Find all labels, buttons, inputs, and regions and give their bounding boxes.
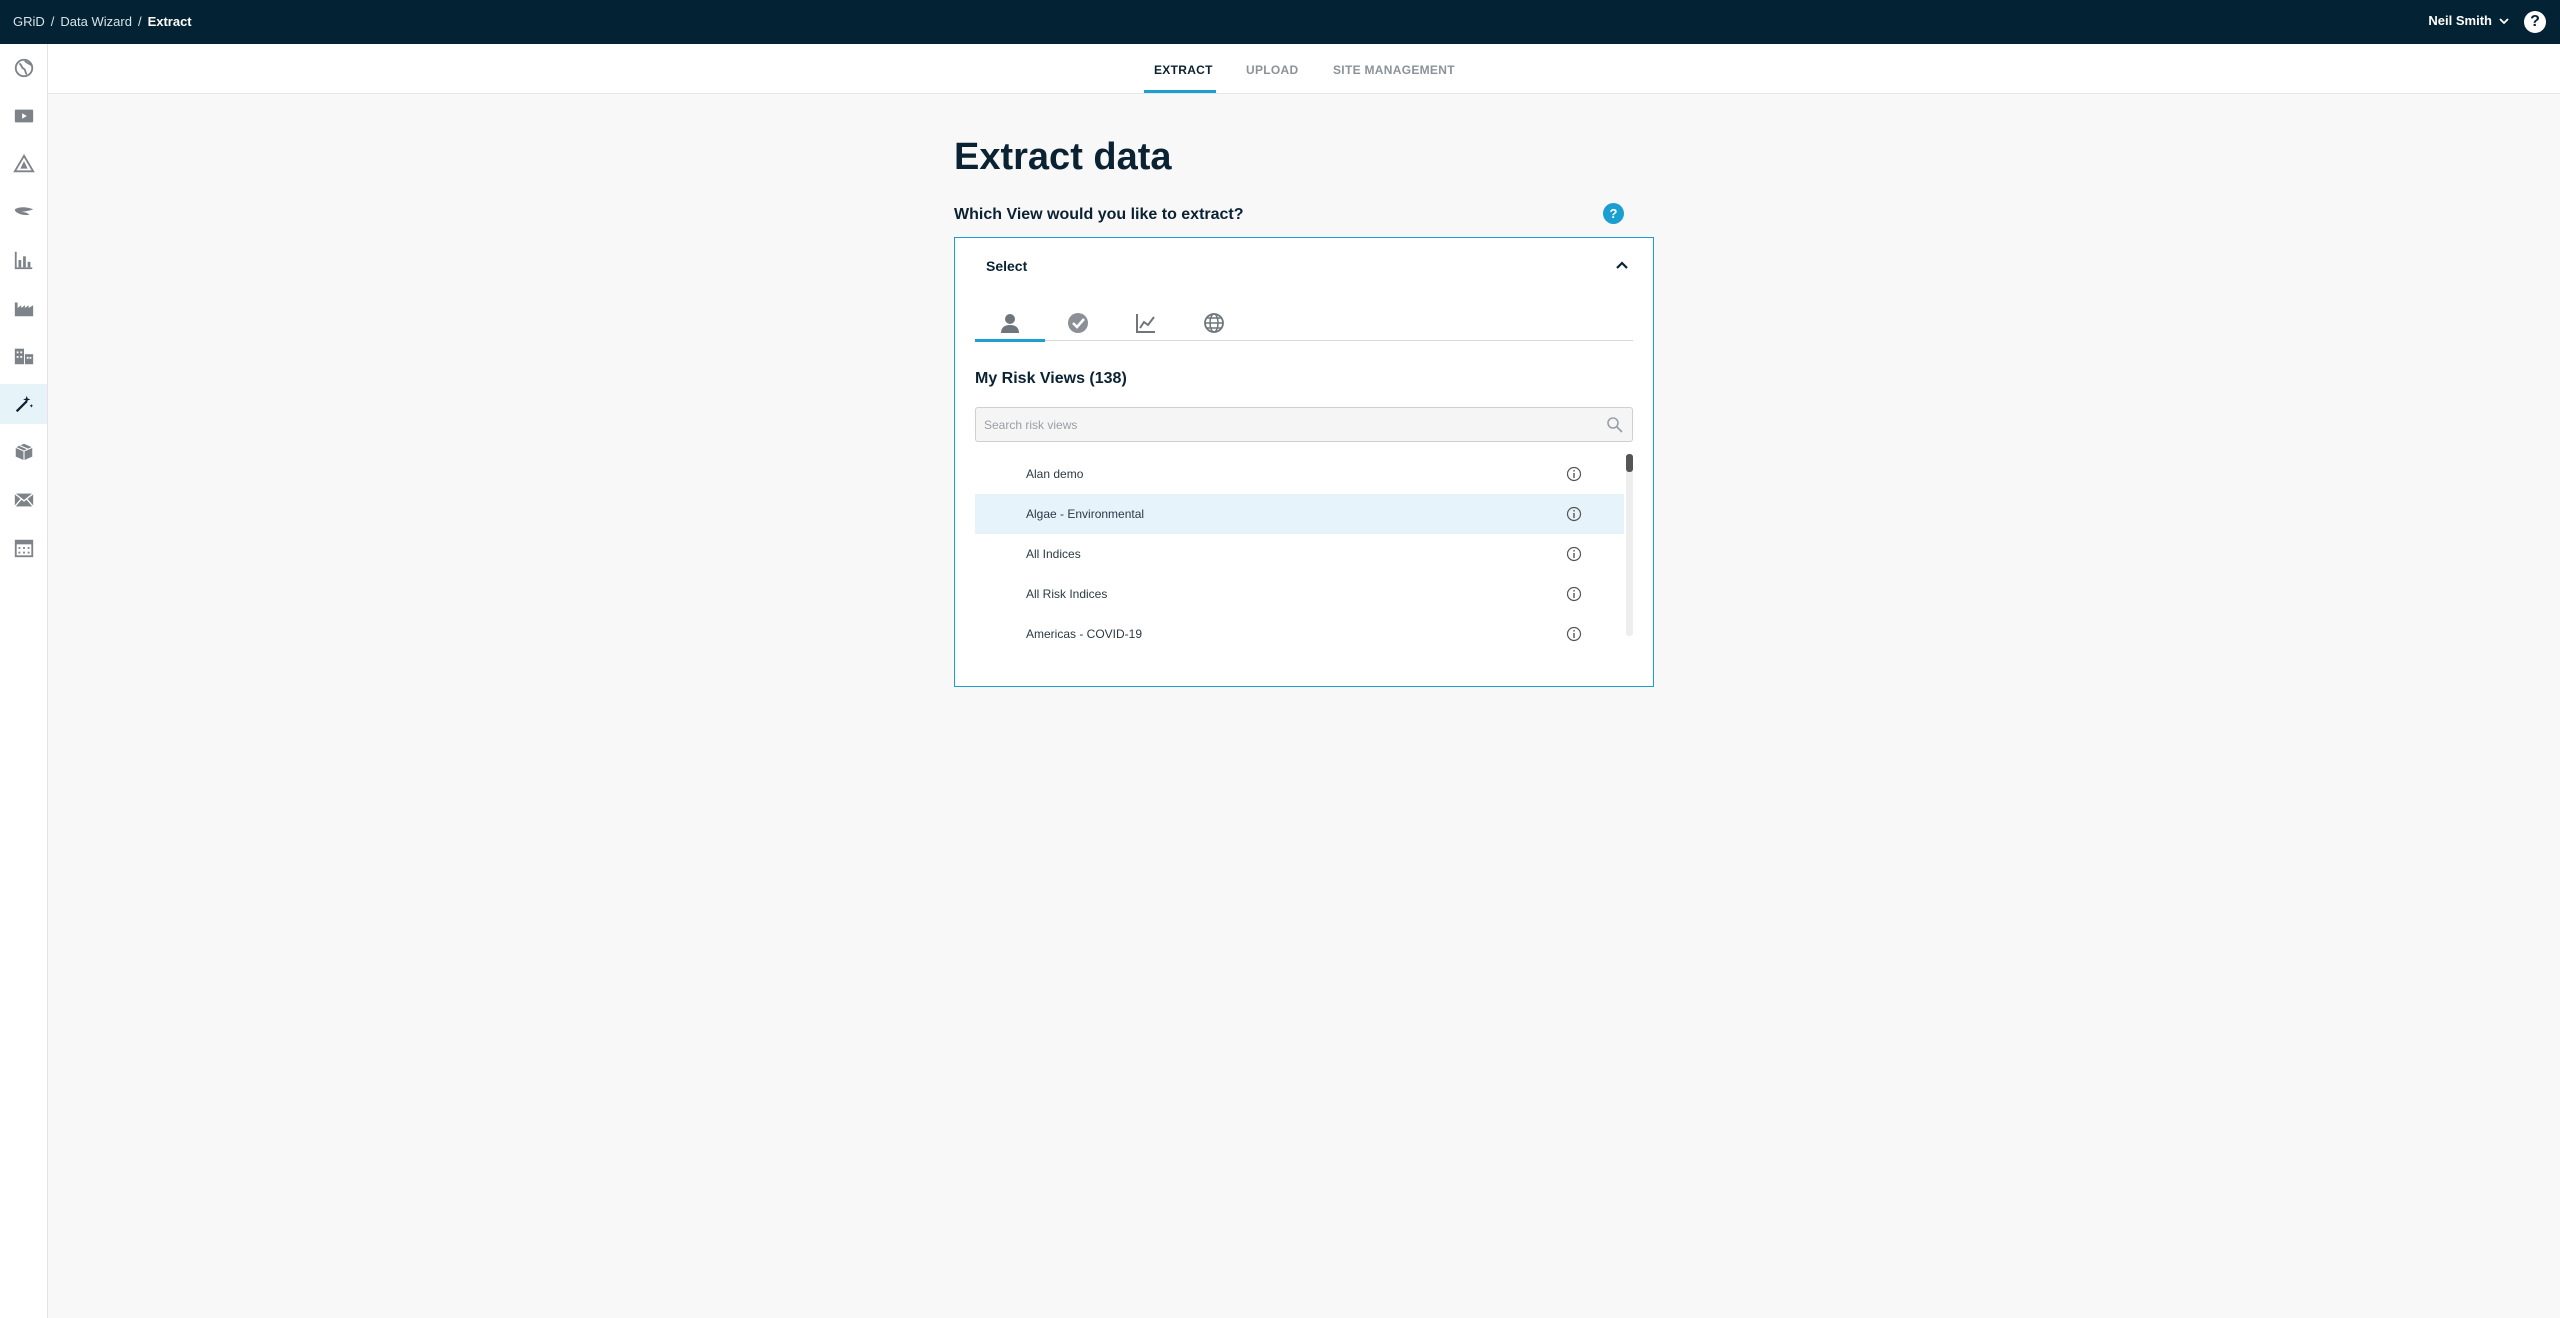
view-select[interactable]: Select <box>954 237 1654 293</box>
search-input[interactable] <box>976 408 1596 441</box>
list-heading: My Risk Views (138) <box>975 370 1127 387</box>
breadcrumb-separator: / <box>50 14 55 29</box>
shared-globe-icon <box>1068 313 1088 333</box>
buildings-icon <box>14 348 33 365</box>
list-item[interactable]: All Indices <box>975 534 1624 574</box>
scrollbar-thumb[interactable] <box>1626 454 1633 472</box>
view-tab-global[interactable] <box>1179 306 1249 340</box>
top-bar: GRiD / Data Wizard / Extract Neil Smith … <box>0 0 2560 44</box>
list-item[interactable]: Alan demo <box>975 454 1624 494</box>
line-chart-icon <box>1136 314 1155 333</box>
list-item-label: Americas - COVID-19 <box>1026 627 1143 641</box>
sidebar-item-charts[interactable] <box>0 240 47 280</box>
view-tab-shared[interactable] <box>1043 306 1113 340</box>
sidebar-item-calendar[interactable] <box>0 528 47 568</box>
sidebar-item-messages[interactable] <box>0 480 47 520</box>
person-icon <box>1001 314 1019 333</box>
list-item-label: Alan demo <box>1026 467 1084 481</box>
globe-icon <box>1204 313 1224 333</box>
view-type-tabs <box>975 306 1633 342</box>
chevron-down-icon <box>2499 17 2509 24</box>
info-icon[interactable] <box>1566 546 1582 562</box>
sidebar-item-globe[interactable] <box>0 48 47 88</box>
sidebar-item-factory[interactable] <box>0 288 47 328</box>
bar-chart-icon <box>14 251 32 270</box>
list-item[interactable]: Americas - COVID-19 <box>975 614 1624 654</box>
calendar-icon <box>14 539 33 558</box>
info-icon[interactable] <box>1566 626 1582 642</box>
select-label: Select <box>986 258 1028 274</box>
breadcrumb: GRiD / Data Wizard / Extract <box>13 14 192 29</box>
user-name: Neil Smith <box>2428 13 2492 28</box>
breadcrumb-item-grid[interactable]: GRiD <box>13 14 45 29</box>
tab-extract[interactable]: EXTRACT <box>1154 63 1213 77</box>
sidebar-item-boxes[interactable] <box>0 432 47 472</box>
view-question: Which View would you like to extract? <box>954 206 1244 223</box>
sidebar-item-buildings[interactable] <box>0 336 47 376</box>
tab-bar: EXTRACT UPLOAD SITE MANAGEMENT <box>48 44 2560 94</box>
view-tab-my-views[interactable] <box>975 306 1045 342</box>
risk-views-list: Alan demo Algae - Environmental All Indi… <box>975 454 1624 654</box>
factory-icon <box>14 302 33 317</box>
list-item-label: Algae - Environmental <box>1026 507 1145 521</box>
info-icon[interactable] <box>1566 586 1582 602</box>
view-tab-charts[interactable] <box>1111 306 1181 340</box>
help-button[interactable]: ? <box>2524 11 2546 33</box>
globe-icon <box>14 58 33 78</box>
magic-wand-icon <box>15 395 33 413</box>
list-item[interactable]: Algae - Environmental <box>975 494 1624 534</box>
search-box <box>975 407 1633 442</box>
sidebar-item-wings[interactable] <box>0 192 47 232</box>
user-menu[interactable]: Neil Smith <box>2428 13 2510 28</box>
warning-triangle-icon <box>12 153 35 173</box>
chevron-up-icon[interactable] <box>1615 258 1629 272</box>
sidebar-item-video[interactable] <box>0 96 47 136</box>
page-title: Extract data <box>954 136 1172 178</box>
envelope-icon <box>13 493 34 507</box>
boxes-icon <box>15 443 32 461</box>
list-item-label: All Indices <box>1026 547 1081 561</box>
sidebar <box>0 44 48 1318</box>
breadcrumb-separator: / <box>137 14 142 29</box>
view-dropdown-panel: My Risk Views (138) Alan demo Algae - En… <box>954 292 1654 687</box>
sidebar-item-data-wizard[interactable] <box>0 384 47 424</box>
active-tab-indicator <box>1144 90 1216 93</box>
info-icon[interactable] <box>1566 466 1582 482</box>
tab-site-management[interactable]: SITE MANAGEMENT <box>1333 63 1455 77</box>
help-icon[interactable]: ? <box>1603 203 1624 224</box>
search-icon[interactable] <box>1606 416 1624 434</box>
list-item-label: All Risk Indices <box>1026 587 1108 601</box>
wings-icon <box>14 207 33 216</box>
breadcrumb-current: Extract <box>147 14 192 29</box>
info-icon[interactable] <box>1566 506 1582 522</box>
play-icon <box>14 109 33 123</box>
list-item[interactable]: All Risk Indices <box>975 574 1624 614</box>
breadcrumb-item-data-wizard[interactable]: Data Wizard <box>60 14 132 29</box>
list-scrollbar[interactable] <box>1626 454 1633 636</box>
sidebar-item-alerts[interactable] <box>0 144 47 184</box>
tab-upload[interactable]: UPLOAD <box>1246 63 1298 77</box>
